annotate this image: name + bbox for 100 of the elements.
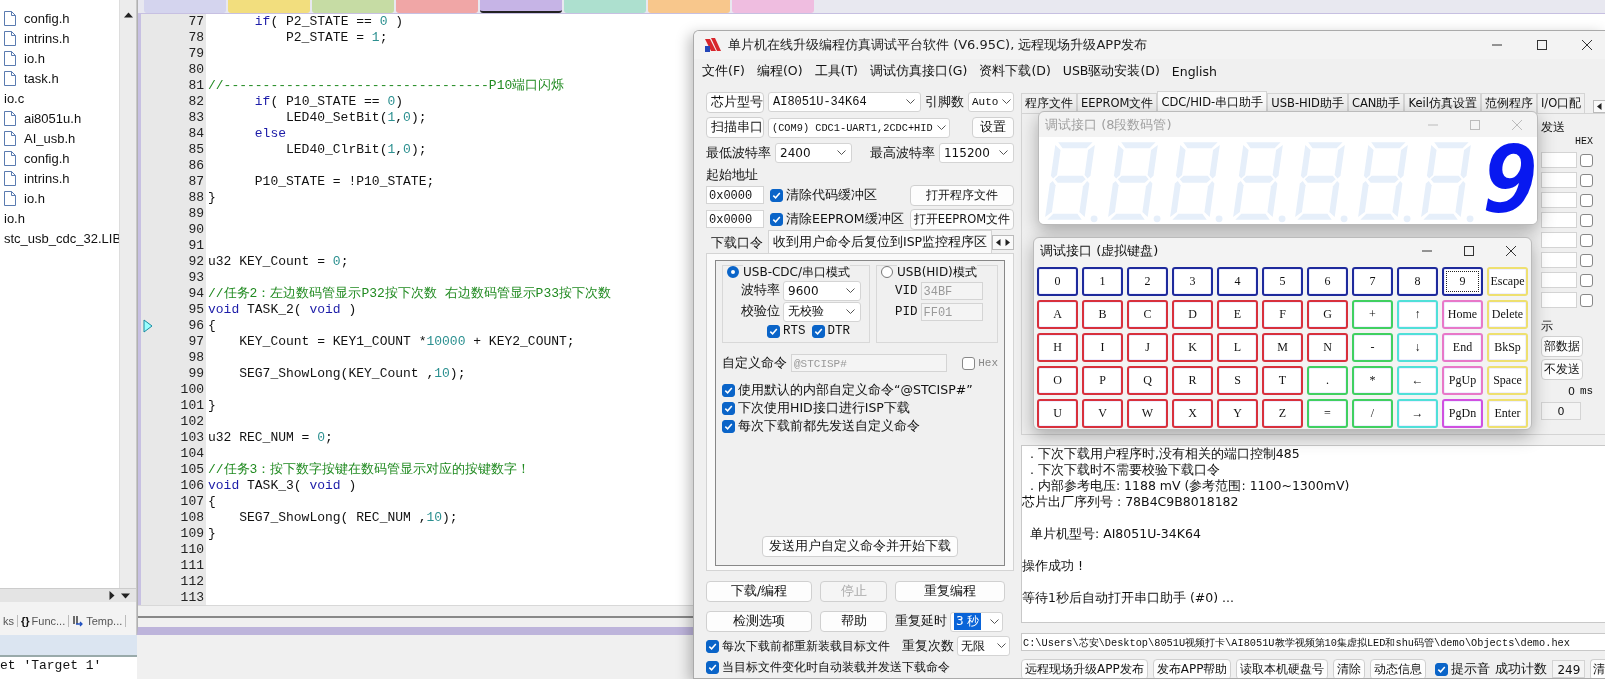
toolbar-button[interactable]: 清除	[1333, 658, 1366, 678]
action-button[interactable]: 帮助	[820, 611, 887, 632]
checkbox-label[interactable]: 使用默认的内部自定义命令“@STCISP#”	[738, 381, 973, 399]
key[interactable]: 6	[1307, 267, 1348, 296]
baud-select[interactable]: 9600	[783, 280, 861, 301]
toolbar-button[interactable]: 读取本机硬盘号	[1236, 658, 1329, 678]
key[interactable]: PgDn	[1442, 399, 1483, 428]
menu-item[interactable]: USB驱动安装(D)	[1056, 62, 1166, 80]
checkbox[interactable]	[706, 639, 719, 653]
checkbox[interactable]	[722, 419, 735, 433]
checkbox[interactable]	[1580, 153, 1593, 167]
count-field[interactable]: 249	[1552, 660, 1586, 678]
tree-item[interactable]: ai8051u.h	[24, 110, 82, 126]
key[interactable]: D	[1172, 300, 1213, 329]
checkbox[interactable]	[767, 324, 780, 338]
key[interactable]: X	[1172, 399, 1213, 428]
key[interactable]: M	[1262, 333, 1303, 362]
key[interactable]: Z	[1262, 399, 1303, 428]
key[interactable]: +	[1352, 300, 1393, 329]
tab[interactable]: USB-HID助手	[1267, 93, 1348, 113]
tab[interactable]: 程序文件	[1021, 93, 1077, 113]
tree-item[interactable]: io.h	[24, 190, 45, 206]
scrollbar[interactable]	[0, 588, 136, 602]
checkbox[interactable]	[706, 661, 719, 674]
tree-item[interactable]: intrins.h	[24, 30, 70, 46]
checkbox[interactable]	[1580, 213, 1593, 227]
checkbox[interactable]	[1580, 273, 1593, 287]
tab-scroll-button[interactable]	[1593, 100, 1605, 113]
checkbox-label[interactable]: 当目标文件变化时自动装载并发送下载命令	[722, 659, 950, 676]
text-field[interactable]	[1541, 212, 1577, 228]
radio-label[interactable]: USB(HID)模式	[897, 263, 977, 281]
tab[interactable]: Keil仿真设置	[1404, 93, 1481, 113]
key[interactable]: E	[1217, 300, 1258, 329]
key[interactable]: Enter	[1487, 399, 1528, 428]
tree-item[interactable]: AI_usb.h	[24, 130, 76, 146]
text-field[interactable]	[1541, 292, 1577, 308]
clear-button[interactable]: 清	[1590, 658, 1605, 678]
key[interactable]: R	[1172, 366, 1213, 395]
panel-tab[interactable]: Temp...	[69, 615, 127, 627]
chip-button[interactable]: 芯片型号	[706, 91, 764, 113]
menu-item[interactable]: 文件(F)	[696, 62, 751, 80]
text-field[interactable]	[1541, 252, 1577, 268]
checkbox[interactable]	[722, 401, 735, 415]
scan-port-button[interactable]: 扫描串口	[706, 117, 764, 138]
key[interactable]: Q	[1127, 366, 1168, 395]
checkbox[interactable]	[1580, 253, 1593, 267]
checkbox[interactable]	[962, 356, 976, 370]
tab-scroll-buttons[interactable]	[992, 235, 1015, 250]
panel-button[interactable]: 部数据	[1541, 336, 1583, 357]
checkbox[interactable]	[1435, 662, 1449, 676]
tree-item[interactable]: io.h	[4, 210, 25, 226]
toolbar-button[interactable]: 发布APP帮助	[1152, 658, 1232, 678]
checkbox[interactable]	[1580, 293, 1593, 307]
action-button[interactable]: 重复编程	[895, 581, 1005, 602]
key[interactable]: B	[1082, 300, 1123, 329]
checkbox-label[interactable]: DTR	[827, 324, 851, 338]
text-field[interactable]	[1541, 172, 1577, 188]
baud-select[interactable]: 115200	[939, 143, 1014, 163]
delay-select[interactable]: 3 秒	[950, 611, 1003, 632]
key[interactable]: Delete	[1487, 300, 1528, 329]
key[interactable]: ←	[1397, 366, 1438, 395]
menu-item[interactable]: 编程(O)	[750, 62, 809, 80]
key[interactable]: J	[1127, 333, 1168, 362]
key[interactable]: H	[1037, 333, 1078, 362]
checkbox-label[interactable]: RTS	[783, 324, 806, 338]
tree-item[interactable]: config.h	[24, 150, 70, 166]
tab[interactable]: 下载口令	[706, 232, 768, 253]
key[interactable]: 0	[1037, 267, 1078, 296]
key[interactable]: T	[1262, 366, 1303, 395]
address-field[interactable]: 0x0000	[706, 186, 764, 204]
key[interactable]: Home	[1442, 300, 1483, 329]
key[interactable]: 4	[1217, 267, 1258, 296]
checkbox[interactable]	[1580, 233, 1593, 247]
action-button[interactable]: 检测选项	[706, 611, 812, 632]
key[interactable]: /	[1352, 399, 1393, 428]
key[interactable]: I	[1082, 333, 1123, 362]
checkbox[interactable]	[770, 188, 783, 202]
text-field[interactable]	[1541, 152, 1577, 168]
key[interactable]: *	[1352, 366, 1393, 395]
key[interactable]: N	[1307, 333, 1348, 362]
checkbox-label[interactable]: 清除EEPROM缓冲区	[786, 210, 904, 228]
key[interactable]: W	[1127, 399, 1168, 428]
key[interactable]: F	[1262, 300, 1303, 329]
key[interactable]: A	[1037, 300, 1078, 329]
checkbox-label[interactable]: 每次下载前都先发送自定义命令	[738, 417, 920, 435]
port-select[interactable]: (COM9) CDC1-UART1,2CDC+HID	[768, 117, 950, 138]
radio-button[interactable]	[727, 266, 739, 278]
key[interactable]: U	[1037, 399, 1078, 428]
key[interactable]: 3	[1172, 267, 1213, 296]
tree-item[interactable]: intrins.h	[24, 170, 70, 186]
address-field[interactable]: 0x0000	[706, 210, 764, 228]
panel-button[interactable]: 不发送	[1541, 359, 1583, 380]
menu-item[interactable]: 资料下载(D)	[973, 62, 1057, 80]
text-field[interactable]	[1541, 272, 1577, 288]
panel-tab[interactable]: ks	[0, 615, 18, 627]
editor-tab[interactable]	[480, 0, 562, 13]
chip-select[interactable]: AI8051U-34K64	[768, 92, 921, 112]
toolbar-button[interactable]: 动态信息	[1370, 658, 1427, 678]
key[interactable]: -	[1352, 333, 1393, 362]
key[interactable]: →	[1397, 399, 1438, 428]
